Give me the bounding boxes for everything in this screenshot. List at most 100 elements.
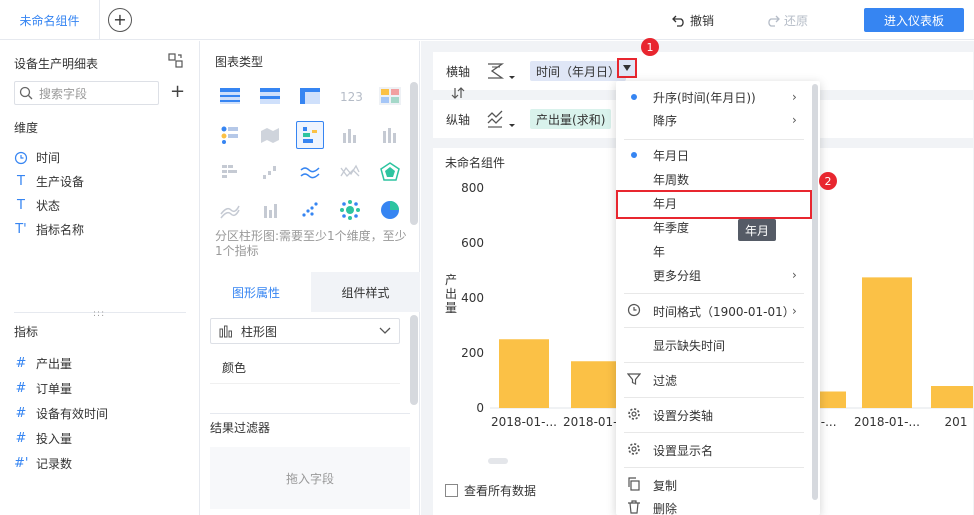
redo-button[interactable]: 还原	[766, 12, 808, 29]
badge-number: 1	[646, 40, 654, 54]
show-all-data-checkbox[interactable]: 查看所有数据	[445, 482, 536, 499]
menu-item-delete[interactable]: 删除	[616, 497, 812, 515]
enter-dashboard-button[interactable]: 进入仪表板	[864, 8, 964, 32]
menu-item-more-groups[interactable]: 更多分组 ›	[616, 264, 812, 286]
chart-type-matrix-icon[interactable]	[216, 158, 244, 186]
bar[interactable]	[931, 386, 973, 408]
bar[interactable]	[862, 277, 912, 408]
chart-type-map-icon[interactable]	[256, 121, 284, 149]
menu-divider	[624, 397, 804, 398]
enter-dashboard-label: 进入仪表板	[883, 13, 944, 28]
menu-item-filter[interactable]: 过滤	[616, 369, 812, 391]
menu-item-label: 降序	[653, 113, 678, 128]
chart-type-scatter-icon[interactable]	[296, 196, 324, 224]
chart-type-grouped-bar-icon[interactable]	[296, 121, 324, 149]
menu-item-year-quarter[interactable]: 年季度	[616, 216, 812, 238]
dimension-label: 指标名称	[36, 223, 85, 237]
menu-item-sort-desc[interactable]: 降序 ›	[616, 109, 812, 131]
x-tick-label: 2018-01-...	[854, 415, 920, 429]
chart-type-dot-grid-icon[interactable]	[216, 121, 244, 149]
menu-divider	[624, 293, 804, 294]
chart-type-pie-icon[interactable]	[376, 196, 404, 224]
chart-type-grouped-table-icon[interactable]	[256, 82, 284, 110]
tab-graphic-properties[interactable]: 图形属性	[201, 272, 311, 312]
dimension-item-status[interactable]: T 状态	[14, 197, 60, 214]
bar-chart-icon	[219, 325, 232, 338]
properties-scrollbar[interactable]	[410, 315, 418, 405]
chart-type-select[interactable]: 柱形图	[210, 318, 400, 344]
y-axis-field-label: 产出量(求和)	[536, 112, 606, 127]
measure-item-effective-time[interactable]: # 设备有效时间	[14, 405, 108, 422]
menu-item-show-missing-time[interactable]: 显示缺失时间	[616, 334, 812, 356]
copy-icon	[628, 477, 640, 491]
text-formula-icon: T'	[15, 222, 27, 237]
menu-item-set-display-name[interactable]: 设置显示名	[616, 439, 812, 461]
add-tab-button[interactable]: +	[108, 8, 132, 32]
chart-type-radar-line-icon[interactable]	[336, 158, 364, 186]
chart-type-cross-table-icon[interactable]	[296, 82, 324, 110]
chart-type-line-icon[interactable]	[296, 158, 324, 186]
chart-title: 未命名组件	[445, 156, 506, 170]
menu-item-ymd[interactable]: 年月日	[616, 144, 812, 166]
menu-item-set-category-axis[interactable]: 设置分类轴	[616, 404, 812, 426]
dimension-title: 维度	[14, 121, 39, 135]
chart-type-select-value: 柱形图	[241, 324, 278, 339]
tab-component-style[interactable]: 组件样式	[311, 272, 420, 312]
y-axis-field-pill[interactable]: 产出量(求和)	[530, 109, 612, 129]
menu-item-copy[interactable]: 复制	[616, 474, 812, 496]
gear-icon	[628, 443, 640, 455]
x-tick-label: 201	[945, 415, 968, 429]
redo-label: 还原	[784, 14, 809, 28]
field-dropdown-button[interactable]	[617, 58, 637, 78]
measure-item-orders[interactable]: # 订单量	[14, 380, 72, 397]
chart-type-bubble-icon[interactable]	[336, 196, 364, 224]
switch-table-icon[interactable]	[168, 53, 183, 68]
chart-type-waterfall-icon[interactable]	[256, 158, 284, 186]
bar[interactable]	[499, 339, 549, 408]
result-filter-title: 结果过滤器	[210, 421, 271, 435]
chart-type-detail-kpi-icon[interactable]	[376, 82, 404, 110]
y-axis-type-icon[interactable]	[486, 109, 516, 129]
chart-type-radar-icon[interactable]	[376, 158, 404, 186]
dimension-item-device[interactable]: T 生产设备	[14, 173, 84, 190]
measure-item-record-count[interactable]: #' 记录数	[14, 455, 72, 472]
drop-zone-placeholder: 拖入字段	[285, 471, 334, 486]
add-field-button[interactable]: +	[170, 81, 185, 102]
x-axis-field-pill[interactable]: 时间（年月日）	[530, 61, 627, 81]
selected-dot-icon	[631, 152, 637, 158]
bar[interactable]	[571, 361, 621, 408]
chart-type-table-icon[interactable]	[216, 82, 244, 110]
menu-item-time-format[interactable]: 时间格式（1900-01-01） ›	[616, 300, 812, 322]
menu-divider	[624, 432, 804, 433]
chart-type-range-bar-icon[interactable]	[256, 196, 284, 224]
chart-type-kpi-icon[interactable]: 123	[336, 82, 364, 110]
dimension-item-metric-name[interactable]: T' 指标名称	[14, 221, 84, 238]
menu-item-year[interactable]: 年	[616, 240, 812, 262]
swap-axes-icon[interactable]	[451, 86, 465, 100]
chevron-down-icon	[379, 327, 391, 334]
dimension-item-time[interactable]: 时间	[14, 149, 60, 166]
chart-type-stacked-bar-icon[interactable]	[376, 121, 404, 149]
menu-item-year-week[interactable]: 年周数	[616, 168, 812, 190]
filter-drop-zone[interactable]: 拖入字段	[210, 447, 410, 509]
chart-type-scrollbar[interactable]	[410, 82, 418, 225]
chart-type-area-icon[interactable]	[216, 196, 244, 224]
chart-scrollbar[interactable]	[488, 458, 508, 464]
menu-item-label: 复制	[653, 478, 678, 493]
checkbox-box[interactable]	[445, 484, 458, 497]
undo-button[interactable]: 撤销	[672, 12, 714, 29]
table-name: 设备生产明细表	[14, 57, 99, 71]
menu-item-label: 设置显示名	[653, 443, 714, 458]
color-setting[interactable]: 颜色	[210, 352, 400, 384]
component-tab[interactable]: 未命名组件	[0, 0, 100, 40]
menu-scrollbar[interactable]	[812, 84, 818, 500]
x-axis-type-icon[interactable]	[486, 61, 516, 81]
measure-item-output[interactable]: # 产出量	[14, 355, 72, 372]
measure-label: 订单量	[36, 382, 73, 396]
measure-item-input[interactable]: # 投入量	[14, 430, 72, 447]
resize-handle-icon[interactable]: :::	[93, 309, 105, 319]
chart-type-bar-icon[interactable]	[336, 121, 364, 149]
menu-item-label: 年月日	[653, 148, 690, 163]
menu-item-sort-asc[interactable]: 升序(时间(年月日)) ›	[616, 86, 812, 108]
field-search-input[interactable]: 搜索字段	[14, 81, 159, 105]
